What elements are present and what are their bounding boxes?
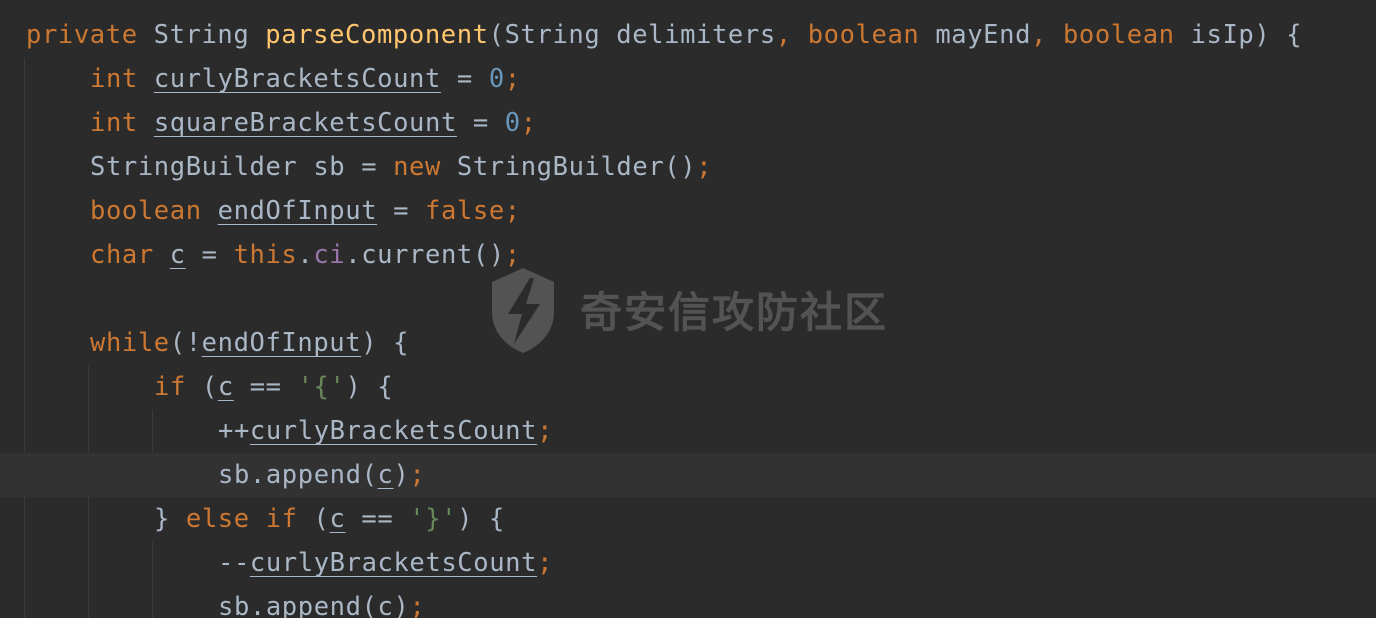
code-line[interactable]: if (c == '{') { bbox=[0, 365, 1376, 409]
code-token: else if bbox=[185, 504, 314, 534]
code-line[interactable]: ++curlyBracketsCount; bbox=[0, 409, 1376, 453]
code-token: ) { bbox=[345, 372, 394, 402]
code-token: = bbox=[440, 64, 489, 94]
code-token: '}' bbox=[409, 504, 458, 534]
code-line-text: while(!endOfInput) { bbox=[90, 321, 409, 365]
code-token: == bbox=[345, 504, 410, 534]
code-line[interactable]: boolean endOfInput = false; bbox=[0, 189, 1376, 233]
code-line[interactable]: } else if (c == '}') { bbox=[0, 497, 1376, 541]
code-token: ; bbox=[537, 548, 554, 578]
code-line[interactable]: while(!endOfInput) { bbox=[0, 321, 1376, 365]
code-token: . bbox=[297, 240, 314, 270]
code-token: int bbox=[90, 108, 154, 138]
code-line-text: boolean endOfInput = false; bbox=[90, 189, 521, 233]
code-line-text: private String parseComponent(String del… bbox=[26, 13, 1302, 57]
code-token: sb.append( bbox=[218, 592, 378, 618]
code-line-text: StringBuilder sb = new StringBuilder(); bbox=[90, 145, 712, 189]
code-token: , bbox=[775, 20, 808, 50]
code-token: ) { bbox=[457, 504, 505, 534]
code-line-text: int curlyBracketsCount = 0; bbox=[90, 57, 521, 101]
code-token: c bbox=[217, 372, 234, 402]
code-line[interactable]: private String parseComponent(String del… bbox=[0, 13, 1376, 57]
code-token: c bbox=[377, 592, 394, 618]
code-token: curlyBracketsCount bbox=[249, 548, 538, 578]
code-token: boolean bbox=[1062, 20, 1191, 50]
code-token: private bbox=[26, 20, 154, 50]
code-line-text: sb.append(c); bbox=[218, 585, 425, 618]
code-token: ; bbox=[520, 108, 537, 138]
code-line[interactable] bbox=[0, 277, 1376, 321]
code-token: mayEnd bbox=[935, 20, 1032, 50]
code-token: .current() bbox=[345, 240, 505, 270]
code-editor[interactable]: private String parseComponent(String del… bbox=[0, 0, 1376, 618]
code-line[interactable]: int squareBracketsCount = 0; bbox=[0, 101, 1376, 145]
code-token: this bbox=[233, 240, 298, 270]
code-token: = bbox=[185, 240, 234, 270]
code-line-text: int squareBracketsCount = 0; bbox=[90, 101, 537, 145]
code-token: parseComponent bbox=[265, 20, 489, 50]
code-token: ( bbox=[313, 504, 330, 534]
code-token: = bbox=[456, 108, 505, 138]
code-line[interactable]: StringBuilder sb = new StringBuilder(); bbox=[0, 145, 1376, 189]
code-line[interactable]: --curlyBracketsCount; bbox=[0, 541, 1376, 585]
code-token: char bbox=[90, 240, 170, 270]
code-line-text: --curlyBracketsCount; bbox=[218, 541, 553, 585]
code-token: -- bbox=[218, 548, 250, 578]
code-token: new bbox=[393, 152, 457, 182]
code-token: c bbox=[377, 460, 394, 490]
code-token: if bbox=[154, 372, 202, 402]
code-token: ) bbox=[393, 592, 410, 618]
code-token: 0 bbox=[488, 64, 505, 94]
code-token: endOfInput bbox=[217, 196, 378, 226]
code-token: (! bbox=[169, 328, 202, 358]
code-token: ; bbox=[696, 152, 713, 182]
code-token: boolean bbox=[90, 196, 218, 226]
code-token: , bbox=[1031, 20, 1063, 50]
code-token: ( bbox=[201, 372, 218, 402]
code-token: isIp) { bbox=[1190, 20, 1303, 50]
code-token: ) bbox=[393, 460, 410, 490]
code-token: StringBuilder() bbox=[456, 152, 697, 182]
code-token: curlyBracketsCount bbox=[249, 416, 538, 446]
code-line-text: sb.append(c); bbox=[218, 453, 425, 497]
code-token: == bbox=[233, 372, 298, 402]
code-line-text: } else if (c == '}') { bbox=[154, 497, 505, 541]
code-token: String bbox=[153, 20, 266, 50]
code-token: ; bbox=[504, 240, 521, 270]
code-token: while bbox=[90, 328, 170, 358]
code-token: ci bbox=[313, 240, 346, 270]
code-line[interactable]: char c = this.ci.current(); bbox=[0, 233, 1376, 277]
code-token: false; bbox=[425, 196, 521, 226]
code-token: int bbox=[90, 64, 154, 94]
code-token: curlyBracketsCount bbox=[153, 64, 441, 94]
code-token: ; bbox=[537, 416, 554, 446]
code-token: ; bbox=[409, 592, 426, 618]
code-line[interactable]: int curlyBracketsCount = 0; bbox=[0, 57, 1376, 101]
code-line-text: char c = this.ci.current(); bbox=[90, 233, 521, 277]
code-token: (String delimiters bbox=[488, 20, 776, 50]
code-token: } bbox=[154, 504, 186, 534]
code-token: ) { bbox=[361, 328, 410, 358]
code-token: c bbox=[169, 240, 186, 270]
code-token: ; bbox=[504, 64, 521, 94]
code-token: sb.append( bbox=[218, 460, 378, 490]
code-token: ++ bbox=[218, 416, 250, 446]
code-token: StringBuilder sb = bbox=[90, 152, 394, 182]
code-line[interactable]: sb.append(c); bbox=[0, 585, 1376, 618]
code-token: 0 bbox=[504, 108, 521, 138]
code-token: boolean bbox=[807, 20, 936, 50]
code-token: ; bbox=[409, 460, 426, 490]
code-token: squareBracketsCount bbox=[153, 108, 457, 138]
code-line-text: if (c == '{') { bbox=[154, 365, 393, 409]
code-token: = bbox=[377, 196, 426, 226]
code-line-text: ++curlyBracketsCount; bbox=[218, 409, 553, 453]
code-line[interactable]: sb.append(c); bbox=[0, 453, 1376, 497]
code-token: '{' bbox=[297, 372, 346, 402]
code-token: c bbox=[329, 504, 346, 534]
code-token: endOfInput bbox=[201, 328, 362, 358]
